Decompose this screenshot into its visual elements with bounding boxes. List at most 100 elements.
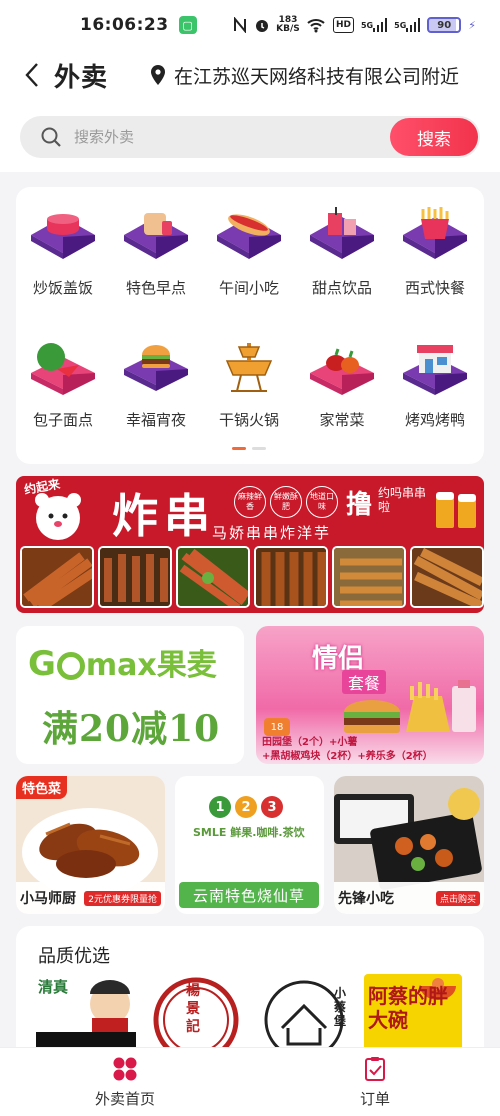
chef-portrait-icon xyxy=(36,980,136,1054)
chevron-left-icon xyxy=(25,63,38,87)
search-button[interactable]: 搜索 xyxy=(390,118,478,156)
status-bar: 16:06:23 ▢ 183 KB/S HD 5G 5G 90 ⚡ xyxy=(0,0,500,50)
home-grid-icon xyxy=(113,1057,137,1080)
banner-tag: 地道口味 xyxy=(306,486,338,518)
tab-orders[interactable]: 订单 xyxy=(250,1048,500,1116)
charging-icon: ⚡ xyxy=(468,18,476,32)
category-item[interactable]: 甜点饮品 xyxy=(297,207,387,317)
banner-tag: 鲜嫩酥肥 xyxy=(270,486,302,518)
hd-icon: HD xyxy=(332,17,354,33)
shop-tile-xiaoma[interactable]: 特色菜 小马师厨 2元优惠券限量抢 xyxy=(16,776,165,914)
banner-title: 炸串 xyxy=(112,489,216,543)
tab-home[interactable]: 外卖首页 xyxy=(0,1048,250,1116)
burger-fries-icon xyxy=(344,680,476,733)
hotpot-icon xyxy=(225,343,273,392)
tab-label: 订单 xyxy=(359,1089,390,1108)
signal-icon-2: 5G xyxy=(394,17,421,33)
banner-food-photos xyxy=(20,546,484,608)
category-label: 家常菜 xyxy=(319,411,365,429)
brand-pangdawan[interactable]: 阿蔡的胖大碗 xyxy=(364,974,464,1054)
shop-name: 云南特色烧仙草 xyxy=(179,882,319,908)
vegetable-icon xyxy=(310,348,374,395)
category-label: 烤鸡烤鸭 xyxy=(404,411,465,429)
section-title: 品质优选 xyxy=(38,946,110,967)
tab-label: 外卖首页 xyxy=(94,1089,155,1108)
hotdog-icon xyxy=(217,214,281,259)
banner-slogan-big: 撸 xyxy=(346,490,373,520)
smle-brand-text: SMLE 鲜果.咖啡.茶饮 xyxy=(193,826,305,839)
category-label: 甜点饮品 xyxy=(311,279,372,297)
shop-tile-xianfeng[interactable]: 先锋小吃 点击购买 xyxy=(334,776,484,914)
search-input[interactable] xyxy=(74,128,354,146)
shop-name: 先锋小吃 xyxy=(338,891,394,907)
page-dot-active xyxy=(232,447,246,450)
promo-banner-fried-skewers[interactable]: 约起来 炸串 麻辣鲜香 鲜嫩酥肥 地道口味 马娇串串炸洋芋 撸 约吗串串啦 xyxy=(16,476,484,613)
gomax-o-icon xyxy=(56,652,85,680)
buy-badge: 点击购买 xyxy=(435,890,480,906)
couple-items: 田园堡（2个）+小薯 +黑胡椒鸡块（2杯）+养乐多（2杯） xyxy=(262,737,433,762)
category-label: 炒饭盖饭 xyxy=(32,279,93,297)
alarm-icon xyxy=(254,17,270,33)
search-icon xyxy=(41,127,61,147)
drink-icon xyxy=(310,207,374,259)
category-label: 午间小吃 xyxy=(218,279,279,297)
category-item[interactable]: 午间小吃 xyxy=(204,207,294,317)
category-label: 特色早点 xyxy=(125,279,186,297)
category-grid: 炒饭盖饭 特色早点 午间小吃 甜点饮品 西式快餐包子面点 幸福宵夜 干锅火锅 家常菜 烤鸡烤鸭 xyxy=(16,187,484,464)
burger-icon xyxy=(124,345,188,391)
brand-yangjingji[interactable]: 楊景記 xyxy=(142,974,242,1056)
banner-slogan-small: 约吗串串啦 xyxy=(378,486,427,514)
category-item[interactable]: 特色早点 xyxy=(111,207,201,317)
shop-icon xyxy=(403,345,467,395)
wechat-notification-icon: ▢ xyxy=(178,16,197,34)
category-label: 干锅火锅 xyxy=(218,411,279,429)
category-item[interactable]: 包子面点 xyxy=(18,339,108,449)
food-photo xyxy=(332,546,406,608)
promo-tile-gomax[interactable]: Gmax果麦 满20减10 xyxy=(16,626,244,764)
battery-icon: 90 xyxy=(427,17,462,33)
category-label: 幸福宵夜 xyxy=(125,411,186,429)
page-dot xyxy=(252,447,266,450)
category-item[interactable]: 家常菜 xyxy=(297,339,387,449)
watermelon-icon xyxy=(31,343,95,395)
page-title: 外卖 xyxy=(54,62,109,93)
nfc-icon xyxy=(233,17,247,33)
food-photo xyxy=(176,546,250,608)
search-section: 搜索 xyxy=(0,100,500,172)
category-item[interactable]: 干锅火锅 xyxy=(204,339,294,449)
location-selector[interactable]: 在江苏巡天网络科技有限公司附近 xyxy=(148,62,459,89)
wifi-icon xyxy=(306,17,326,33)
food-photo xyxy=(98,546,172,608)
bottom-tab-bar: 外卖首页 订单 xyxy=(0,1047,500,1116)
breakfast-icon xyxy=(124,213,188,259)
banner-tags: 麻辣鲜香 鲜嫩酥肥 地道口味 xyxy=(234,486,338,518)
quality-section: 品质优选 清真 楊景記 小蔡堡 阿蔡的胖大碗 xyxy=(16,926,484,1056)
brand-halal[interactable]: 清真 xyxy=(36,974,136,1054)
category-item[interactable]: 西式快餐 xyxy=(390,207,480,317)
beer-mug-icon xyxy=(436,492,476,528)
coupon-badge: 2元优惠券限量抢 xyxy=(84,890,161,906)
category-item[interactable]: 烤鸡烤鸭 xyxy=(390,339,480,449)
brand-xiaocaibao[interactable]: 小蔡堡 xyxy=(260,974,360,1056)
status-time: 16:06:23 xyxy=(80,15,169,35)
shop-caption: 小马师厨 2元优惠券限量抢 xyxy=(16,882,165,914)
back-button[interactable] xyxy=(12,55,52,95)
shop-tile-smle[interactable]: 1 2 3 SMLE 鲜果.咖啡.茶饮 云南特色烧仙草 xyxy=(175,776,324,914)
banner-tag: 麻辣鲜香 xyxy=(234,486,266,518)
gomax-offer: 满20减10 xyxy=(42,708,221,750)
shop-caption: 先锋小吃 点击购买 xyxy=(334,882,484,914)
banner-subtitle: 马娇串串炸洋芋 xyxy=(212,524,332,542)
category-item[interactable]: 幸福宵夜 xyxy=(111,339,201,449)
category-label: 西式快餐 xyxy=(404,279,465,297)
category-label: 包子面点 xyxy=(32,411,93,429)
order-clipboard-icon xyxy=(365,1056,385,1081)
gomax-logo: Gmax果麦 xyxy=(28,644,217,684)
net-speed: 183 KB/S xyxy=(276,15,300,34)
header: 外卖 在江苏巡天网络科技有限公司附近 xyxy=(0,50,500,100)
pot-icon xyxy=(31,214,95,259)
category-item[interactable]: 炒饭盖饭 xyxy=(18,207,108,317)
food-photo xyxy=(410,546,484,608)
signal-icon-1: 5G xyxy=(361,17,388,33)
promo-tile-couple-meal[interactable]: 情侣 套餐 18 田园堡（2个）+小薯 +黑胡椒鸡块（2杯）+养乐多（2杯） xyxy=(256,626,484,764)
location-pin-icon xyxy=(151,65,166,85)
